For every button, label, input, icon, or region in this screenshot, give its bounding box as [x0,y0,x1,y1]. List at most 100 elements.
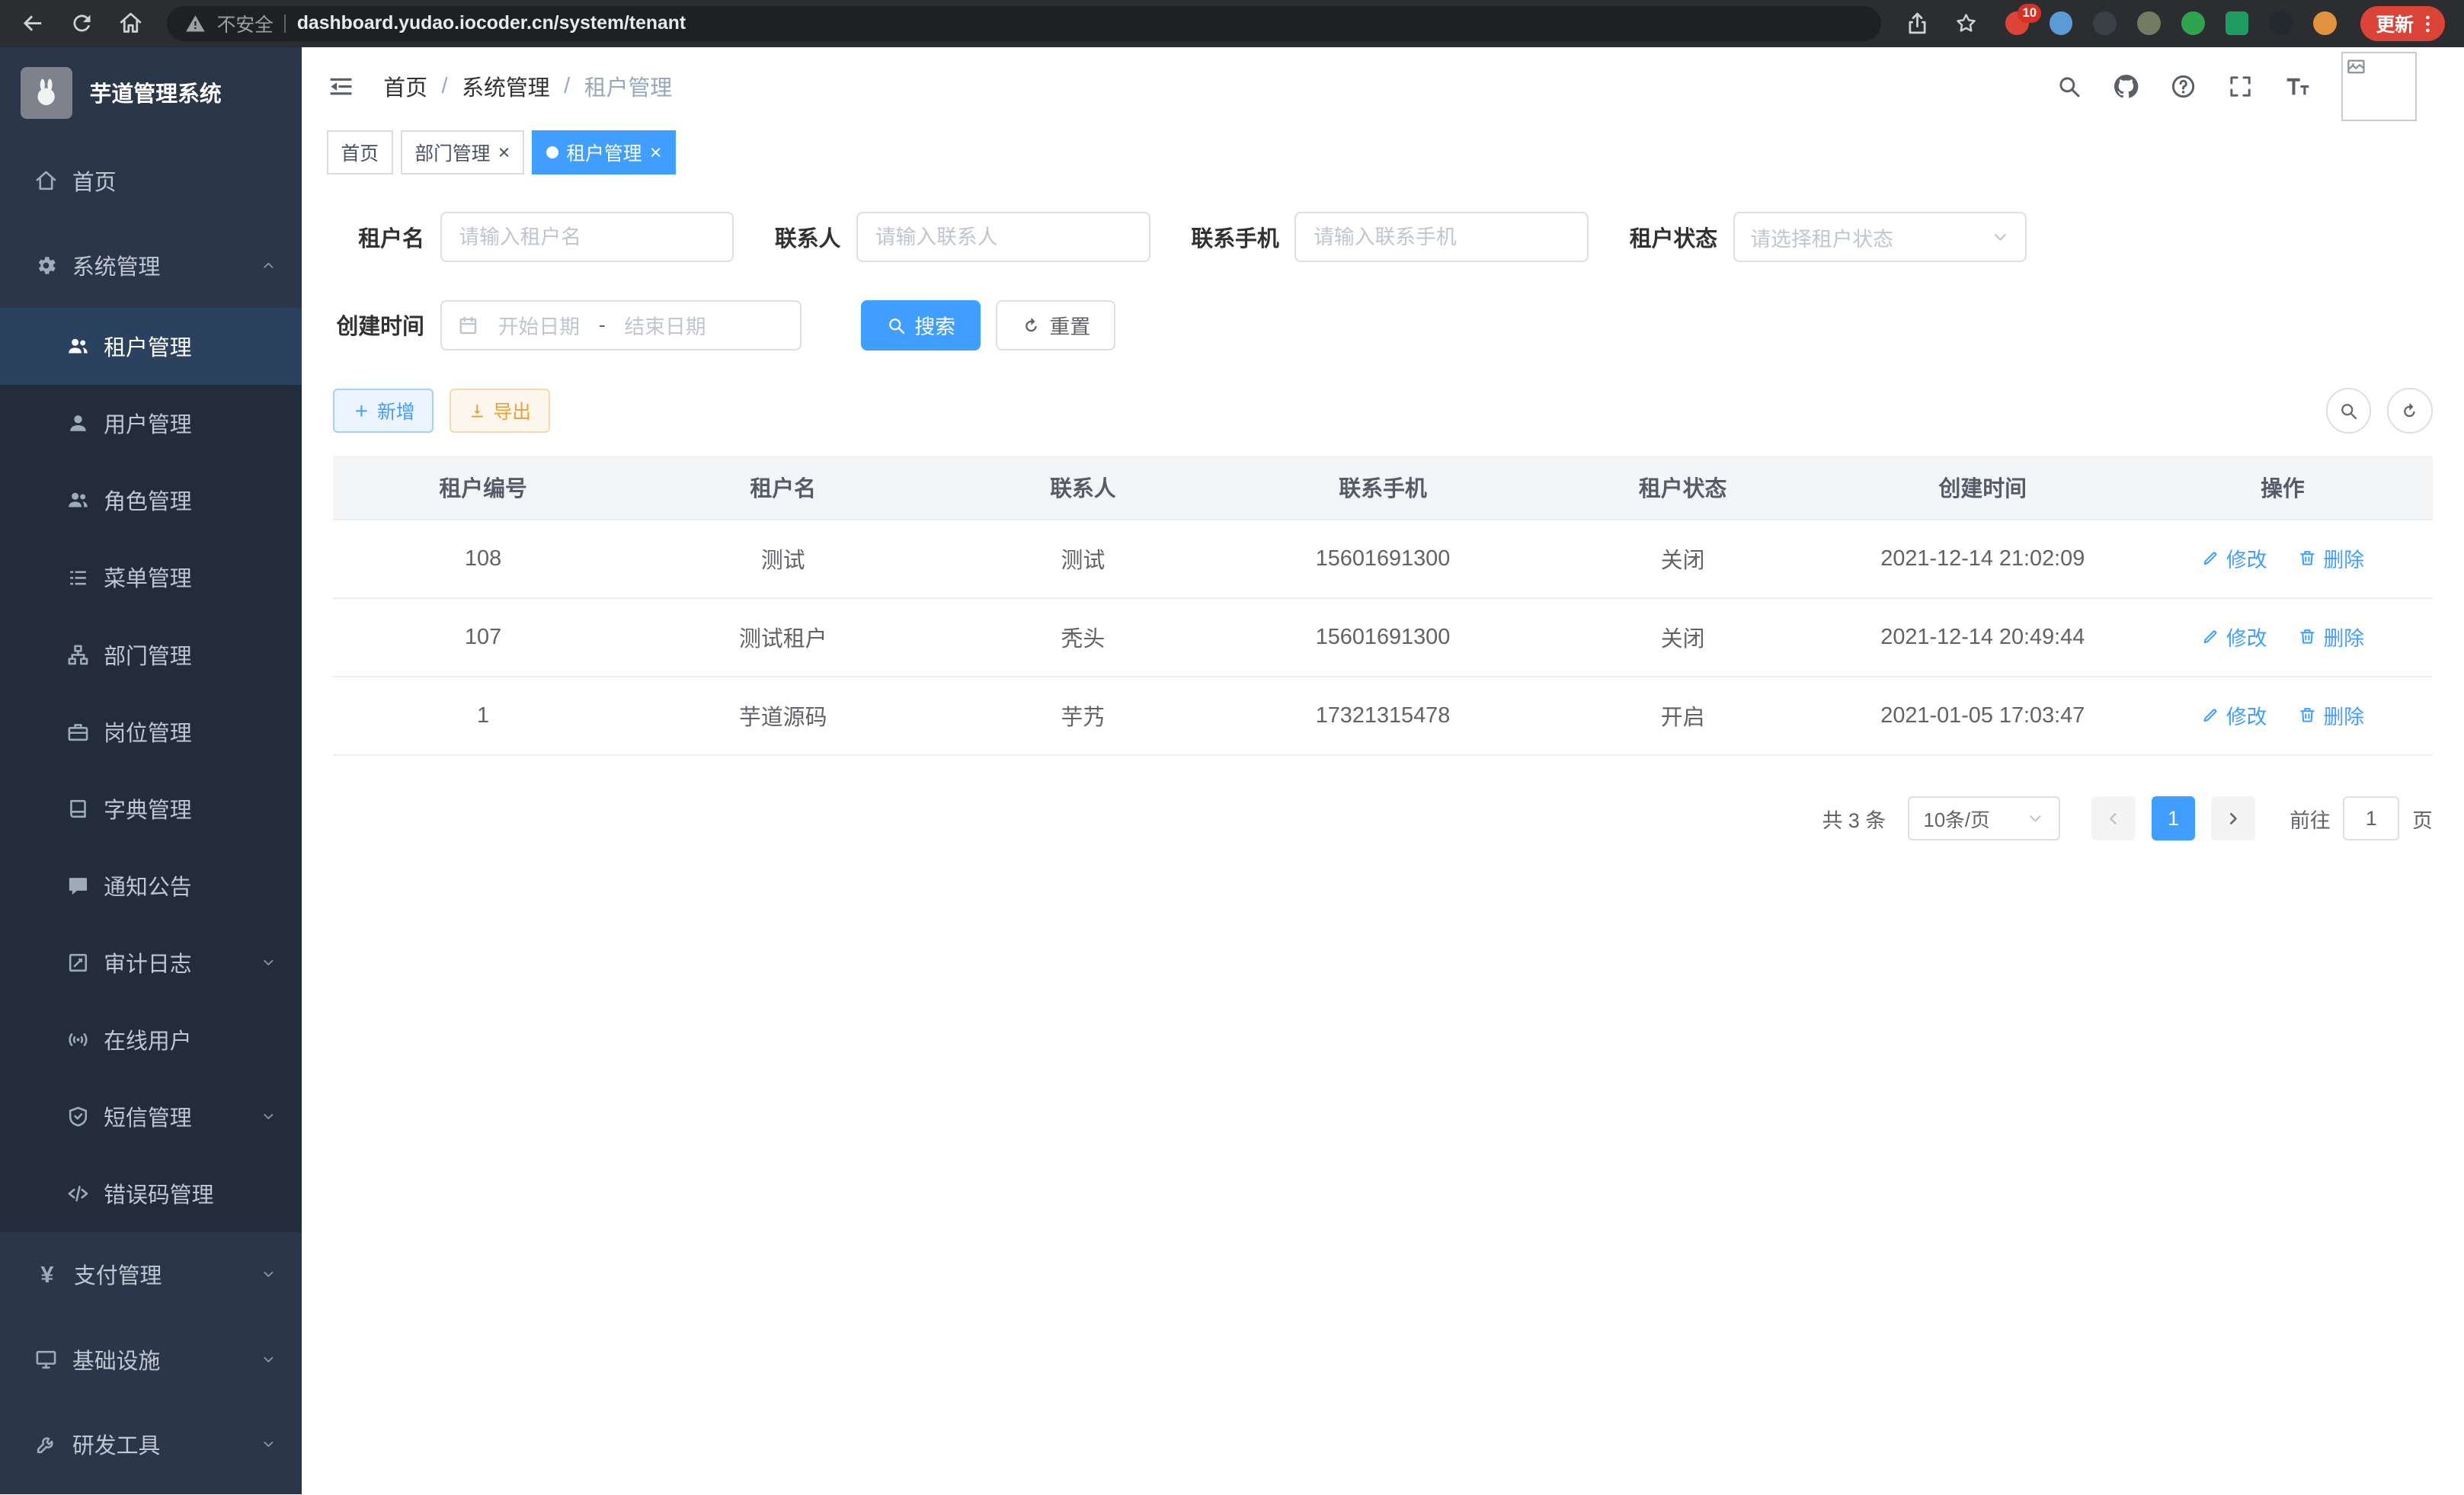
mobile-input[interactable] [1294,212,1589,262]
trash-icon [2298,627,2317,646]
tag-tenant-management[interactable]: 租户管理 × [532,130,676,174]
security-warning-icon[interactable] [185,14,206,34]
search-button[interactable]: 搜索 [861,300,981,351]
online-users-icon [66,1028,90,1052]
user-menu[interactable] [2341,52,2439,121]
date-end[interactable]: 结束日期 [624,310,706,340]
share-icon[interactable] [1905,11,1930,36]
fullscreen-icon[interactable] [2227,73,2254,100]
sidebar-item-sms-management[interactable]: 短信管理 [0,1078,302,1155]
extension-badge: 10 [2018,4,2041,23]
prev-page-button[interactable] [2091,796,2136,840]
page-size-select[interactable]: 10条/页 [1908,796,2060,840]
app-title: 芋道管理系统 [90,77,222,108]
delete-link[interactable]: 删除 [2298,700,2364,730]
sidebar-menu: 首页 系统管理 租户管理 用户管理 角色管理 [0,139,302,1487]
edit-link[interactable]: 修改 [2201,543,2267,573]
sidebar-item-home[interactable]: 首页 [0,139,302,223]
page-number-1[interactable]: 1 [2152,796,2196,840]
close-icon[interactable]: × [498,142,510,163]
search-icon [2338,401,2359,421]
breadcrumb-system[interactable]: 系统管理 [462,71,549,102]
tag-home[interactable]: 首页 [327,130,393,174]
add-button[interactable]: 新增 [333,389,434,433]
cell-mobile: 15601691300 [1233,598,1533,677]
column-header: 租户编号 [333,456,633,520]
browser-menu-icon[interactable] [2417,13,2439,35]
refresh-button[interactable] [2387,388,2433,434]
extension-icon[interactable] [2313,11,2337,35]
sidebar-item-user-management[interactable]: 用户管理 [0,385,302,462]
sidebar-item-online-users[interactable]: 在线用户 [0,1001,302,1078]
date-range-picker[interactable]: 开始日期 - 结束日期 [440,300,802,351]
delete-link[interactable]: 删除 [2298,543,2364,573]
bookmark-star-icon[interactable] [1954,11,1979,36]
contact-input[interactable] [856,212,1150,262]
sidebar-item-dept-management[interactable]: 部门管理 [0,616,302,693]
error-code-icon [66,1182,90,1205]
chevron-down-icon [261,1436,277,1452]
cell-tenant-name: 测试租户 [633,598,933,677]
table-row: 1 芋道源码 芋艿 17321315478 开启 2021-01-05 17:0… [333,677,2433,755]
sidebar-item-notice[interactable]: 通知公告 [0,847,302,924]
filter-row-1: 租户名 联系人 联系手机 租户状态 请选择租户状态 [333,212,2433,262]
date-start[interactable]: 开始日期 [498,310,580,340]
chevron-down-icon [2026,809,2045,828]
main-content: 租户名 联系人 联系手机 租户状态 请选择租户状态 创建时间 [302,179,2464,1494]
tenant-name-input[interactable] [440,212,734,262]
cell-contact: 芋艿 [933,677,1234,755]
sidebar-item-error-code-management[interactable]: 错误码管理 [0,1155,302,1232]
tag-dept-management[interactable]: 部门管理 × [401,130,524,174]
search-icon[interactable] [2056,73,2082,100]
extension-icon[interactable] [2137,11,2161,35]
sidebar-item-payment-management[interactable]: ¥ 支付管理 [0,1232,302,1317]
sidebar-item-dict-management[interactable]: 字典管理 [0,770,302,847]
extension-icon[interactable] [2226,11,2249,35]
extension-icon[interactable] [2050,11,2073,35]
org-tree-icon [66,643,90,667]
edit-link[interactable]: 修改 [2201,622,2267,651]
filter-tenant-name: 租户名 [333,212,734,262]
user-avatar[interactable] [2341,52,2417,121]
browser-back-icon[interactable] [19,10,46,37]
font-size-icon[interactable] [2283,72,2312,101]
toggle-search-button[interactable] [2326,388,2372,434]
chevron-down-icon [261,1352,277,1368]
sidebar-item-dev-tools[interactable]: 研发工具 [0,1402,302,1487]
browser-home-icon[interactable] [118,11,143,36]
gear-icon [34,254,58,277]
breadcrumb-home[interactable]: 首页 [383,71,427,102]
extension-icon[interactable]: 10 [2005,11,2029,35]
sidebar-item-system-management[interactable]: 系统管理 [0,223,302,308]
browser-reload-icon[interactable] [69,11,94,36]
goto-label: 前往 [2290,804,2331,834]
edit-link[interactable]: 修改 [2201,700,2267,730]
cell-actions: 修改 删除 [2133,520,2433,598]
help-question-icon[interactable] [2170,73,2197,100]
sidebar-item-audit-log[interactable]: 审计日志 [0,924,302,1001]
cell-status: 关闭 [1533,520,1833,598]
delete-link[interactable]: 删除 [2298,622,2364,651]
cell-mobile: 15601691300 [1233,520,1533,598]
extension-icon[interactable] [2269,11,2293,35]
sidebar-item-role-management[interactable]: 角色管理 [0,462,302,539]
sidebar-toggle-icon[interactable] [327,72,355,101]
cell-status: 开启 [1533,677,1833,755]
extension-icon[interactable] [2181,11,2205,35]
goto-page-input[interactable] [2343,796,2399,840]
status-select[interactable]: 请选择租户状态 [1733,212,2027,262]
github-icon[interactable] [2112,72,2140,101]
reset-button[interactable]: 重置 [996,300,1115,351]
next-page-button[interactable] [2211,796,2255,840]
close-icon[interactable]: × [650,142,662,163]
export-button[interactable]: 导出 [450,389,550,433]
page-url: dashboard.yudao.iocoder.cn/system/tenant [297,13,686,34]
sidebar-item-tenant-management[interactable]: 租户管理 [0,308,302,385]
sidebar-item-post-management[interactable]: 岗位管理 [0,693,302,770]
screen: 不安全 dashboard.yudao.iocoder.cn/system/te… [0,0,2464,1494]
sidebar-item-infrastructure[interactable]: 基础设施 [0,1317,302,1401]
address-bar[interactable]: 不安全 dashboard.yudao.iocoder.cn/system/te… [167,6,1881,40]
sidebar-item-menu-management[interactable]: 菜单管理 [0,539,302,616]
chrome-update-button[interactable]: 更新 [2360,6,2445,40]
extension-icon[interactable] [2093,11,2117,35]
